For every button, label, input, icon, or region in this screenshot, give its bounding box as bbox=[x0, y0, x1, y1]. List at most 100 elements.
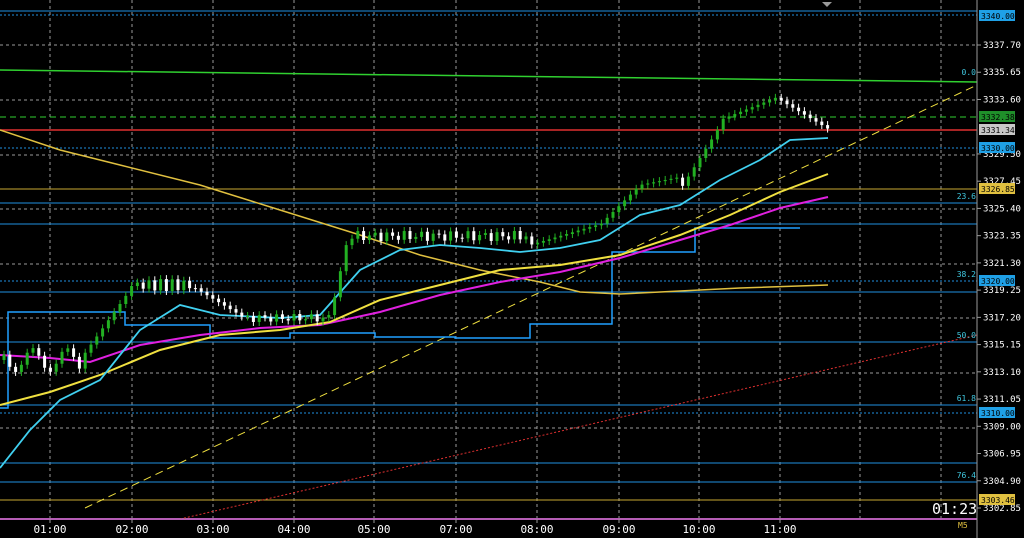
candle-body bbox=[536, 242, 540, 245]
candle-body bbox=[460, 237, 464, 239]
candle-body bbox=[396, 235, 400, 240]
candle-body bbox=[269, 317, 273, 322]
candle-body bbox=[402, 231, 406, 240]
time-tick-label: 05:00 bbox=[357, 523, 390, 536]
candle-body bbox=[785, 100, 789, 105]
candle-body bbox=[304, 319, 308, 321]
candle-body bbox=[588, 227, 592, 229]
candle-body bbox=[576, 230, 580, 233]
candle-body bbox=[820, 121, 824, 126]
candle-body bbox=[344, 245, 348, 272]
candle-body bbox=[518, 231, 522, 240]
candle-body bbox=[762, 102, 766, 105]
candle-body bbox=[298, 314, 302, 321]
candle-body bbox=[454, 231, 458, 238]
candle-body bbox=[263, 315, 267, 318]
candle-body bbox=[118, 304, 122, 313]
price-badge-text: 3330.00 bbox=[981, 144, 1015, 153]
candle-body bbox=[710, 139, 714, 149]
candle-body bbox=[367, 235, 371, 240]
candle-body bbox=[338, 271, 342, 298]
candle-body bbox=[222, 302, 226, 306]
price-badge-text: 3310.00 bbox=[981, 409, 1015, 418]
candle-body bbox=[182, 280, 186, 291]
candle-body bbox=[25, 352, 29, 365]
candle-body bbox=[628, 194, 632, 201]
candle-body bbox=[443, 234, 447, 241]
time-tick-label: 07:00 bbox=[439, 523, 472, 536]
candle-body bbox=[495, 232, 499, 241]
candle-body bbox=[205, 291, 209, 296]
candle-body bbox=[246, 315, 250, 317]
price-chart[interactable]: 3337.703335.653333.603329.503327.453325.… bbox=[0, 0, 1024, 538]
price-tick-label: 3317.20 bbox=[983, 313, 1021, 323]
candle-body bbox=[565, 234, 569, 236]
candle-body bbox=[286, 318, 290, 321]
candle-body bbox=[617, 206, 621, 212]
candle-body bbox=[640, 184, 644, 189]
fib-label: 0.0 bbox=[962, 68, 977, 77]
candle-body bbox=[251, 315, 255, 322]
candle-body bbox=[814, 118, 818, 122]
candle-body bbox=[721, 118, 725, 131]
price-badge-text: 3332.38 bbox=[981, 113, 1015, 122]
candle-body bbox=[48, 367, 52, 372]
candle-body bbox=[652, 182, 656, 184]
candle-body bbox=[466, 231, 470, 239]
candle-body bbox=[83, 352, 87, 369]
time-tick-label: 10:00 bbox=[682, 523, 715, 536]
candle-body bbox=[698, 158, 702, 168]
candle-body bbox=[130, 286, 134, 296]
price-tick-label: 3313.10 bbox=[983, 368, 1021, 378]
candle-body bbox=[106, 320, 110, 329]
candle-body bbox=[414, 236, 418, 239]
candle-body bbox=[808, 114, 812, 119]
candle-body bbox=[727, 116, 731, 119]
candle-body bbox=[744, 109, 748, 112]
price-tick-label: 3321.30 bbox=[983, 259, 1021, 269]
candle-body bbox=[211, 295, 215, 299]
candle-body bbox=[773, 97, 777, 101]
fib-label: 76.4 bbox=[957, 471, 976, 480]
price-tick-label: 3319.25 bbox=[983, 286, 1021, 296]
candle-body bbox=[547, 239, 551, 241]
candle-body bbox=[257, 315, 261, 322]
candle-body bbox=[60, 351, 64, 364]
candle-body bbox=[733, 114, 737, 117]
candle-body bbox=[559, 235, 563, 238]
price-badge-text: 3320.00 bbox=[981, 277, 1015, 286]
time-tick-label: 09:00 bbox=[602, 523, 635, 536]
candle-body bbox=[234, 309, 238, 313]
candle-body bbox=[385, 232, 389, 241]
fib-label: 61.8 bbox=[957, 394, 976, 403]
candle-body bbox=[89, 344, 93, 353]
candle-body bbox=[112, 312, 116, 321]
candle-body bbox=[228, 305, 232, 310]
candle-body bbox=[779, 97, 783, 101]
price-tick-label: 3311.05 bbox=[983, 395, 1021, 405]
price-badge-text: 3326.85 bbox=[981, 185, 1015, 194]
candle-body bbox=[188, 280, 192, 289]
candle-body bbox=[72, 348, 76, 357]
candle-body bbox=[101, 328, 105, 337]
candle-body bbox=[408, 231, 412, 239]
candle-body bbox=[623, 200, 627, 207]
price-tick-label: 3335.65 bbox=[983, 68, 1021, 78]
candle-body bbox=[356, 231, 360, 239]
candle-body bbox=[553, 237, 557, 240]
candle-body bbox=[95, 336, 99, 345]
candle-body bbox=[599, 223, 603, 226]
candle-body bbox=[483, 233, 487, 235]
candle-body bbox=[14, 366, 18, 372]
price-tick-label: 3337.70 bbox=[983, 41, 1021, 51]
price-tick-label: 3302.85 bbox=[983, 504, 1021, 514]
candle-body bbox=[646, 183, 650, 185]
candle-body bbox=[31, 348, 35, 353]
time-tick-label: 02:00 bbox=[115, 523, 148, 536]
candle-body bbox=[164, 279, 168, 291]
price-badge-text: 3331.34 bbox=[981, 126, 1015, 135]
candle-body bbox=[350, 238, 354, 246]
candle-body bbox=[19, 364, 23, 372]
price-tick-label: 3323.35 bbox=[983, 232, 1021, 242]
price-tick-label: 3315.15 bbox=[983, 341, 1021, 351]
